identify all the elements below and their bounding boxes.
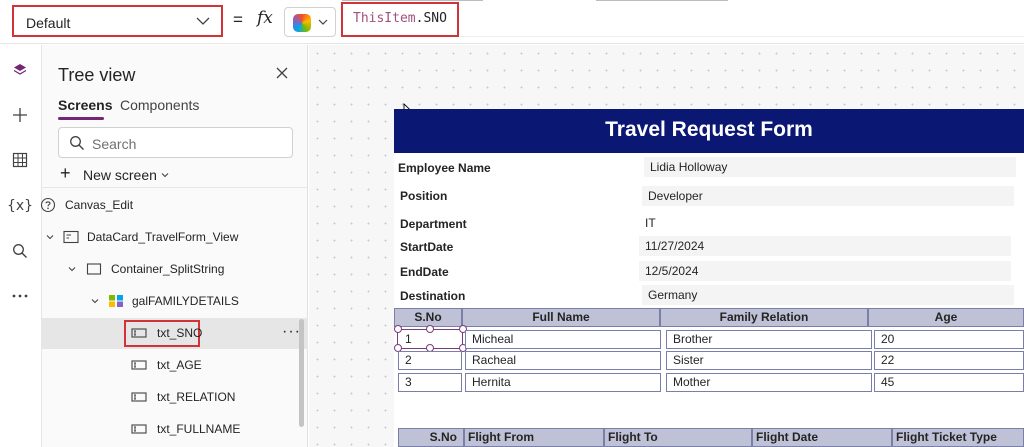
new-screen-label: New screen: [83, 167, 157, 183]
tree-node-label: galFAMILYDETAILS: [132, 294, 239, 308]
field-value[interactable]: IT: [639, 213, 1011, 233]
column-header: Flight To: [604, 428, 752, 447]
divider: [342, 0, 483, 1]
tree-node-datacard[interactable]: DataCard_TravelForm_View: [42, 222, 308, 253]
layers-icon[interactable]: [9, 59, 31, 81]
fullname-input[interactable]: Micheal: [465, 330, 661, 349]
tree-node-txt-fullname[interactable]: txt_FULLNAME: [42, 414, 308, 445]
formula-keyword: ThisItem: [353, 11, 416, 26]
field-label: StartDate: [400, 240, 454, 254]
tree-node-label: txt_AGE: [157, 358, 202, 372]
formula-input-extension[interactable]: [459, 9, 1024, 37]
chevron-down-icon: [196, 17, 210, 25]
age-input[interactable]: 20: [874, 330, 1024, 349]
tree-node-txt-age[interactable]: txt_AGE: [42, 350, 308, 381]
chevron-down-icon[interactable]: [90, 296, 100, 306]
field-value[interactable]: 11/27/2024: [639, 236, 1011, 256]
fullname-input[interactable]: Hernita: [465, 373, 661, 392]
text-input-icon: [131, 392, 147, 402]
column-header: S.No: [398, 428, 464, 447]
help-circle-icon: [40, 197, 56, 213]
tree-node-label: DataCard_TravelForm_View: [87, 230, 239, 244]
age-input[interactable]: 22: [874, 351, 1024, 370]
age-input[interactable]: 45: [874, 373, 1024, 392]
tree-node-txt-sno[interactable]: txt_SNO ···: [42, 318, 308, 349]
tree-node-container[interactable]: Container_SplitString: [42, 254, 308, 285]
property-dropdown[interactable]: Default: [12, 5, 223, 37]
chevron-down-icon: [318, 19, 328, 25]
equals-sign: =: [233, 10, 243, 29]
search-input[interactable]: Search: [58, 127, 293, 158]
fx-icon[interactable]: fx: [257, 8, 273, 28]
field-value[interactable]: Developer: [642, 186, 1014, 206]
table-icon[interactable]: [9, 149, 31, 171]
field-label: Department: [400, 217, 467, 231]
column-header: Flight Ticket Type: [892, 428, 1024, 447]
column-header: Family Relation: [660, 308, 868, 327]
chevron-down-icon[interactable]: [45, 232, 55, 242]
sno-input[interactable]: 2: [398, 351, 462, 370]
property-value: Default: [26, 15, 71, 31]
chevron-down-icon: [161, 173, 169, 178]
sno-input[interactable]: 3: [398, 373, 462, 392]
copilot-button[interactable]: [284, 7, 336, 37]
plus-icon[interactable]: [9, 104, 31, 126]
plus-icon: +: [60, 163, 71, 183]
search-icon[interactable]: [9, 240, 31, 262]
column-header: Full Name: [462, 308, 660, 327]
text-input-icon: [131, 360, 147, 370]
tree-node-canvas-edit[interactable]: Canvas_Edit: [40, 190, 308, 221]
tree-node-label: txt_FULLNAME: [157, 422, 241, 436]
container-icon: [86, 263, 102, 275]
formula-text: ThisItem.SNO: [353, 11, 447, 26]
formula-field: .SNO: [415, 11, 447, 26]
field-label: EndDate: [400, 265, 449, 279]
field-label: Position: [400, 189, 448, 203]
close-icon[interactable]: [274, 65, 290, 81]
field-label: Employee Name: [398, 161, 491, 175]
tree-node-label: Canvas_Edit: [65, 198, 134, 212]
active-tab-indicator: [58, 117, 104, 120]
more-icon[interactable]: [9, 285, 31, 307]
search-placeholder: Search: [92, 136, 137, 152]
divider: [596, 0, 728, 1]
field-value[interactable]: Lidia Holloway: [644, 157, 1016, 177]
left-rail: {x}: [0, 45, 42, 447]
sno-input[interactable]: 1: [398, 330, 462, 349]
text-input-icon: [131, 328, 147, 338]
tab-components[interactable]: Components: [120, 97, 199, 113]
tree-node-txt-relation[interactable]: txt_RELATION: [42, 382, 308, 413]
formula-bar: Default = fx ThisItem.SNO: [0, 0, 1024, 44]
form-header: Travel Request Form: [394, 109, 1024, 153]
copilot-icon: [293, 14, 311, 32]
column-header: Flight Date: [752, 428, 892, 447]
tree-node-gallery[interactable]: galFAMILYDETAILS: [42, 286, 308, 317]
relation-input[interactable]: Brother: [666, 330, 872, 349]
tree-node-label: txt_SNO: [157, 326, 203, 340]
gallery-icon: [109, 295, 123, 307]
tab-screens[interactable]: Screens: [58, 97, 112, 113]
variables-icon[interactable]: {x}: [7, 195, 33, 217]
field-value[interactable]: Germany: [642, 285, 1014, 305]
relation-input[interactable]: Mother: [666, 373, 872, 392]
text-input-icon: [131, 424, 147, 434]
panel-title: Tree view: [58, 65, 136, 85]
field-label: Destination: [400, 289, 466, 303]
search-icon: [70, 136, 84, 150]
column-header: Age: [868, 308, 1024, 327]
fullname-input[interactable]: Racheal: [465, 351, 661, 370]
relation-input[interactable]: Sister: [666, 351, 872, 370]
scrollbar[interactable]: [299, 319, 304, 427]
chevron-down-icon[interactable]: [67, 264, 77, 274]
tree-view-panel: Tree view Screens Components Search + Ne…: [40, 45, 308, 447]
divider: [42, 187, 308, 188]
form-title: Travel Request Form: [605, 118, 813, 141]
column-header: Flight From: [464, 428, 604, 447]
travel-request-form: Travel Request Form Employee Name Lidia …: [394, 109, 1024, 447]
tree-node-label: txt_RELATION: [157, 390, 236, 404]
field-value[interactable]: 12/5/2024: [639, 261, 1011, 281]
tree-node-label: Container_SplitString: [111, 262, 225, 276]
formula-input[interactable]: ThisItem.SNO: [341, 2, 459, 37]
card-icon: [63, 230, 79, 244]
